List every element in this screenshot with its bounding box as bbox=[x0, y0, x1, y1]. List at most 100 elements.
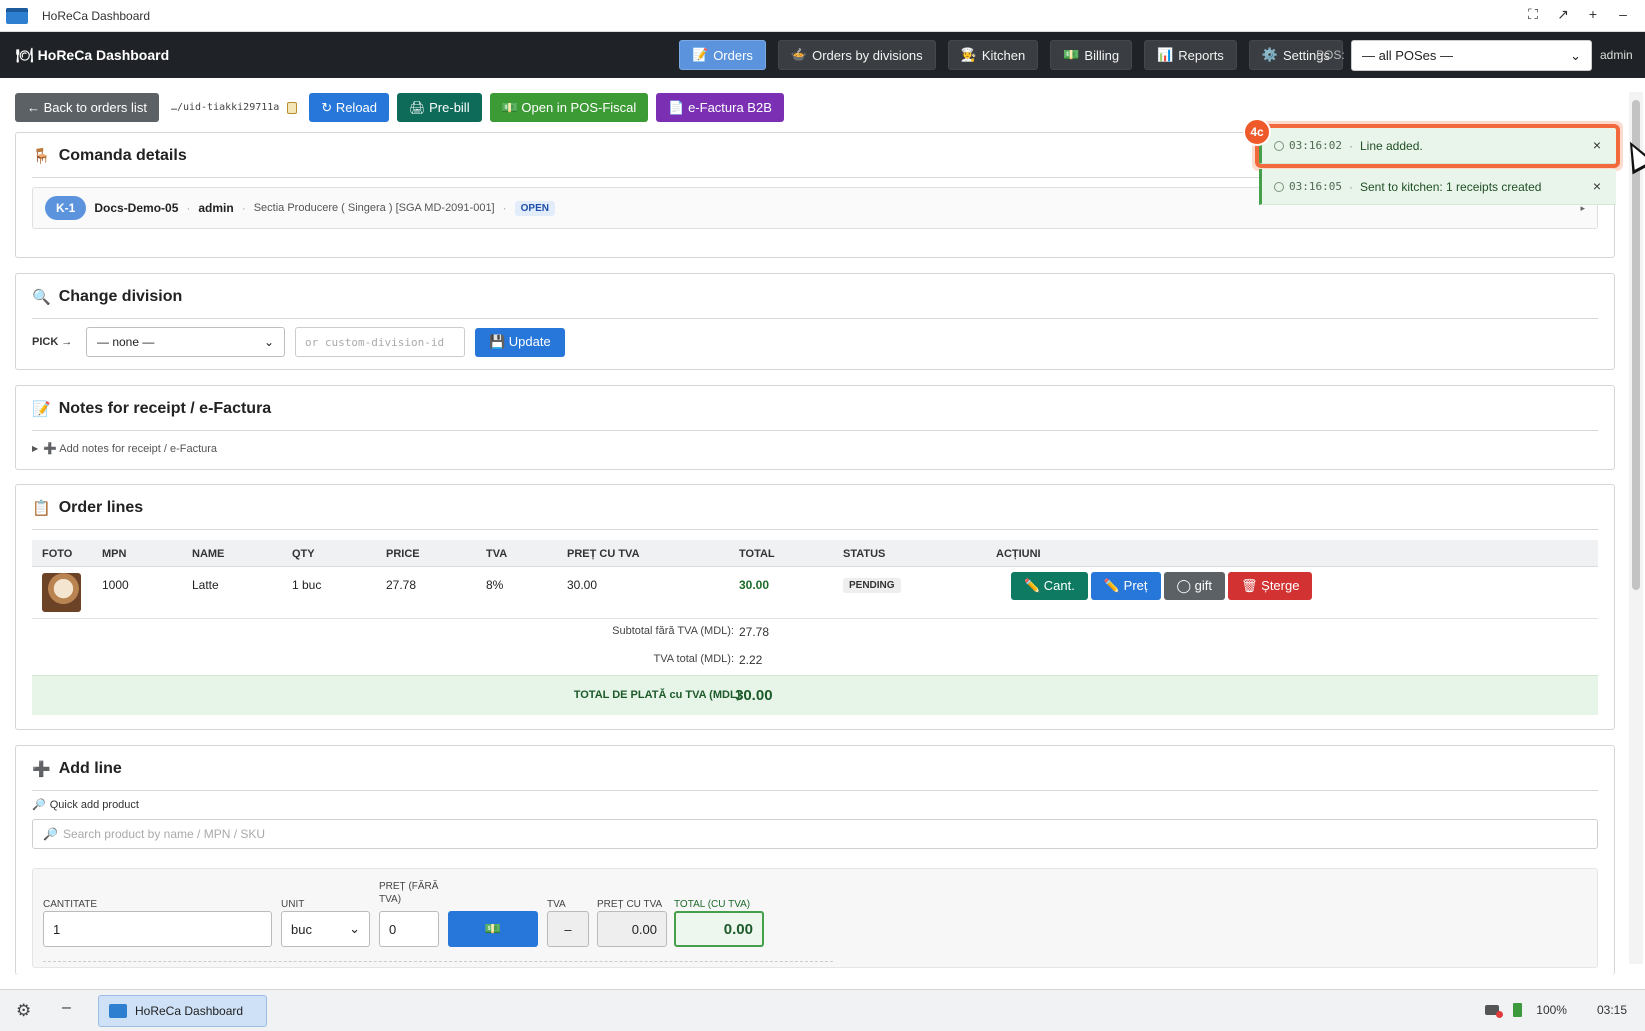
order-lines-header: FOTO MPN NAME QTY PRICE TVA PREȚ CU TVA … bbox=[32, 540, 1598, 567]
add-notes-toggle[interactable]: ▶ ➕ Add notes for receipt / e-Factura bbox=[32, 442, 217, 455]
gear-icon[interactable]: ⚙ bbox=[16, 1001, 31, 1021]
edit-quantity-button[interactable]: ✏️ Cant. bbox=[1011, 572, 1088, 600]
pos-select[interactable]: — all POSes — ⌄ bbox=[1351, 40, 1592, 71]
comanda-details-title-text: Comanda details bbox=[58, 147, 187, 164]
tva-select[interactable]: – bbox=[547, 911, 589, 947]
current-user[interactable]: admin bbox=[1600, 48, 1633, 62]
notes-title-text: Notes for receipt / e-Factura bbox=[58, 400, 272, 417]
unit-select[interactable]: buc ⌄ bbox=[281, 911, 370, 947]
clock[interactable]: 03:15 bbox=[1597, 1003, 1627, 1017]
separator: · bbox=[1348, 138, 1353, 153]
cell-total: 30.00 bbox=[739, 578, 770, 592]
edit-price-button[interactable]: ✏️ Preț bbox=[1090, 572, 1161, 600]
window-title: HoReCa Dashboard bbox=[42, 8, 151, 23]
minimize-all-icon[interactable]: – bbox=[62, 999, 71, 1017]
clock-icon bbox=[1274, 181, 1284, 192]
add-line-card: ➕ Add line 🔎 Quick add product 🔎 Search … bbox=[15, 745, 1615, 975]
money-icon: 💵 bbox=[1063, 47, 1080, 62]
nav-reports-label: Reports bbox=[1178, 47, 1224, 63]
pret-input[interactable]: 0 bbox=[379, 911, 439, 947]
add-line-title-text: Add line bbox=[58, 760, 122, 777]
separator: · bbox=[241, 201, 246, 215]
open-pos-fiscal-button[interactable]: 💵 Open in POS-Fiscal bbox=[489, 93, 649, 122]
battery-icon[interactable] bbox=[1513, 1003, 1523, 1017]
page-scrollbar[interactable] bbox=[1629, 92, 1643, 964]
col-foto: FOTO bbox=[42, 548, 73, 560]
col-qty: QTY bbox=[292, 548, 315, 560]
product-search-input[interactable]: 🔎 Search product by name / MPN / SKU bbox=[32, 819, 1598, 849]
app-navbar: 🍽 HoReCa Dashboard 📝 Orders 🍲 Orders by di… bbox=[0, 32, 1645, 78]
change-division-title-text: Change division bbox=[58, 288, 183, 305]
unit-select-value: buc bbox=[291, 921, 312, 937]
restore-icon[interactable]: ↗ bbox=[1555, 6, 1571, 23]
notes-card: 📝 Notes for receipt / e-Factura ▶ ➕ Add … bbox=[15, 385, 1615, 470]
pret-fara-tva-label: PREȚ (FĂRĂ TVA) bbox=[379, 881, 439, 905]
pre-bill-button[interactable]: 🖨 Pre-bill bbox=[397, 93, 482, 122]
nav-billing[interactable]: 💵 Billing bbox=[1050, 40, 1133, 70]
network-disconnected-icon[interactable] bbox=[1485, 1005, 1504, 1018]
maximize-icon[interactable]: + bbox=[1585, 6, 1601, 23]
col-price: PRICE bbox=[386, 548, 420, 560]
taskbar-app-label: HoReCa Dashboard bbox=[135, 1004, 244, 1018]
division-select[interactable]: — none — ⌄ bbox=[86, 327, 285, 357]
clock-icon bbox=[1274, 140, 1284, 151]
taskbar-app-button[interactable]: HoReCa Dashboard bbox=[98, 995, 267, 1027]
pos-select-value: — all POSes — bbox=[1362, 48, 1454, 63]
clipboard-icon[interactable] bbox=[287, 101, 298, 114]
total-cu-tva-label: TOTAL (CU TVA) bbox=[674, 899, 751, 910]
cell-price: 27.78 bbox=[386, 578, 417, 592]
e-factura-b2b-button[interactable]: 📄 e-Factura B2B bbox=[656, 93, 784, 122]
divider bbox=[43, 961, 833, 962]
tva-total-value: 2.22 bbox=[739, 653, 763, 667]
subtotal-label: Subtotal fără TVA (MDL): bbox=[612, 625, 734, 637]
minimize-icon[interactable]: – bbox=[1615, 6, 1631, 23]
cell-price-tva: 30.00 bbox=[567, 578, 598, 592]
delete-line-button[interactable]: 🗑 Șterge bbox=[1228, 572, 1313, 600]
window-titlebar: HoReCa Dashboard ⛶ ↗ + – bbox=[0, 0, 1645, 32]
product-photo bbox=[42, 573, 81, 612]
cantitate-input[interactable]: 1 bbox=[43, 911, 272, 947]
cantitate-label: CANTITATE bbox=[43, 899, 98, 910]
change-division-card: 🔍 Change division PICK → — none — ⌄ or c… bbox=[15, 273, 1615, 370]
window-controls: ⛶ ↗ + – bbox=[1525, 6, 1631, 23]
memo-icon: 📝 bbox=[32, 401, 51, 418]
custom-division-input[interactable]: or custom-division-id bbox=[295, 327, 465, 357]
nav-kitchen[interactable]: 🧑‍🍳 Kitchen bbox=[947, 40, 1039, 70]
mouse-cursor-icon bbox=[1618, 135, 1645, 175]
total-cu-tva-field: 0.00 bbox=[674, 911, 764, 947]
expand-caret-icon: ▶ bbox=[32, 444, 39, 453]
quick-add-label-text: Quick add product bbox=[49, 798, 139, 811]
order-toolbar: ← Back to orders list …/uid-tiakki29711a… bbox=[15, 93, 784, 122]
col-actiuni: ACȚIUNI bbox=[996, 548, 1041, 560]
search-icon: 🔎 bbox=[32, 799, 46, 811]
nav-orders[interactable]: 📝 Orders bbox=[679, 40, 766, 70]
nav-orders-by-divisions[interactable]: 🍲 Orders by divisions bbox=[777, 40, 936, 70]
nav-reports[interactable]: 📊 Reports bbox=[1144, 40, 1237, 70]
notes-title: 📝 Notes for receipt / e-Factura bbox=[32, 400, 271, 418]
close-icon[interactable]: × bbox=[1593, 137, 1601, 153]
grand-total-label: TOTAL DE PLATĂ cu TVA (MDL): bbox=[573, 689, 744, 701]
taskbar: ⚙ – HoReCa Dashboard 100% 03:15 bbox=[0, 989, 1645, 1031]
close-icon[interactable]: × bbox=[1593, 178, 1601, 194]
brand-title[interactable]: 🍽 HoReCa Dashboard bbox=[16, 47, 169, 64]
update-division-button[interactable]: 💾 Update bbox=[475, 327, 565, 357]
toast-message: Line added. bbox=[1359, 138, 1423, 153]
nav-orders-by-divisions-label: Orders by divisions bbox=[812, 47, 923, 63]
division-name: Sectia Producere ( Singera ) [SGA MD-209… bbox=[253, 202, 495, 214]
fullscreen-icon[interactable]: ⛶ bbox=[1525, 6, 1541, 23]
grand-total-band: TOTAL DE PLATĂ cu TVA (MDL): 30.00 bbox=[32, 675, 1598, 715]
subtotal-value: 27.78 bbox=[739, 625, 770, 639]
pick-label: PICK → bbox=[32, 336, 73, 348]
col-pret-cu-tva: PREȚ CU TVA bbox=[567, 548, 640, 560]
reload-button[interactable]: ↻ Reload bbox=[309, 93, 390, 122]
toast-line-added: 03:16:02 · Line added. × bbox=[1255, 124, 1620, 168]
separator: · bbox=[186, 201, 191, 215]
back-to-orders-button[interactable]: ← Back to orders list bbox=[15, 93, 159, 122]
gift-button[interactable]: ◯ gift bbox=[1163, 572, 1226, 600]
add-notes-toggle-text: ➕ Add notes for receipt / e-Factura bbox=[43, 443, 218, 455]
money-icon-button[interactable]: 💵 bbox=[448, 911, 538, 947]
chevron-down-icon: ⌄ bbox=[1570, 47, 1581, 63]
toast-time: 03:16:02 bbox=[1274, 139, 1342, 152]
unit-label: UNIT bbox=[281, 899, 305, 910]
col-tva: TVA bbox=[486, 548, 508, 560]
